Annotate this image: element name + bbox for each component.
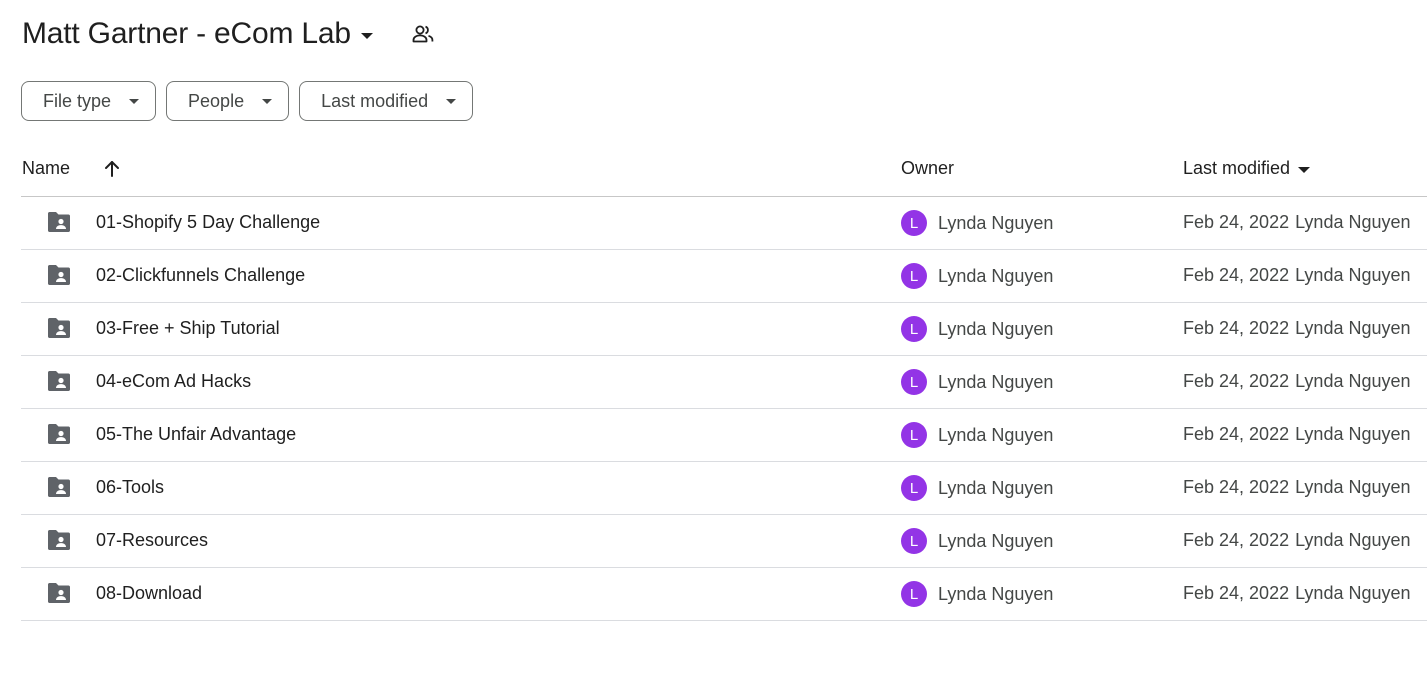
last-modified-cell: Feb 24, 2022 Lynda Nguyen [1183, 265, 1411, 286]
table-row[interactable]: 02-Clickfunnels Challenge L Lynda Nguyen… [21, 250, 1427, 303]
shared-folder-icon [46, 476, 72, 498]
column-header-owner: Owner [901, 158, 954, 179]
owner-cell: L Lynda Nguyen [901, 263, 1053, 289]
shared-folder-icon [46, 582, 72, 604]
chip-label: People [188, 90, 245, 111]
modified-by: Lynda Nguyen [1295, 371, 1411, 391]
avatar: L [901, 475, 927, 501]
file-name: 07-Resources [96, 530, 209, 550]
table-row[interactable]: 05-The Unfair Advantage L Lynda Nguyen F… [21, 409, 1427, 462]
column-header-name[interactable]: Name [22, 158, 70, 179]
page-title: Matt Gartner - eCom Lab [22, 17, 351, 50]
chip-label: Last modified [321, 90, 429, 111]
drive-folder-view: Matt Gartner - eCom Lab File type People… [0, 0, 1427, 687]
column-label: Name [22, 158, 71, 178]
people-filter[interactable]: People [166, 81, 290, 121]
table-header: Name Owner Last modified [21, 144, 1427, 197]
caret-down-icon [360, 32, 373, 39]
owner-name: Lynda Nguyen [938, 530, 1054, 551]
modified-date: Feb 24, 2022 [1183, 212, 1290, 232]
caret-down-icon [129, 98, 140, 104]
owner-cell: L Lynda Nguyen [901, 316, 1053, 342]
modified-date: Feb 24, 2022 [1183, 583, 1290, 603]
owner-cell: L Lynda Nguyen [901, 422, 1053, 448]
avatar: L [901, 263, 927, 289]
last-modified-cell: Feb 24, 2022 Lynda Nguyen [1183, 318, 1411, 339]
owner-cell: L Lynda Nguyen [901, 528, 1053, 554]
last-modified-cell: Feb 24, 2022 Lynda Nguyen [1183, 530, 1411, 551]
modified-by: Lynda Nguyen [1295, 318, 1411, 338]
table-row[interactable]: 06-Tools L Lynda Nguyen Feb 24, 2022 Lynd… [21, 462, 1427, 515]
last-modified-cell: Feb 24, 2022 Lynda Nguyen [1183, 477, 1411, 498]
chip-label: File type [43, 90, 112, 111]
column-header-last-modified[interactable]: Last modified [1183, 158, 1311, 179]
owner-name: Lynda Nguyen [938, 318, 1054, 339]
table-row[interactable]: 08-Download L Lynda Nguyen Feb 24, 2022 L… [21, 568, 1427, 621]
file-name: 01-Shopify 5 Day Challenge [96, 212, 321, 232]
last-modified-filter[interactable]: Last modified [299, 81, 474, 121]
owner-cell: L Lynda Nguyen [901, 369, 1053, 395]
file-name: 08-Download [96, 583, 203, 603]
shared-folder-icon [46, 211, 72, 233]
table-row[interactable]: 01-Shopify 5 Day Challenge L Lynda Nguye… [21, 197, 1427, 250]
modified-date: Feb 24, 2022 [1183, 477, 1290, 497]
avatar: L [901, 528, 927, 554]
shared-folder-icon [46, 370, 72, 392]
shared-folder-icon [46, 264, 72, 286]
caret-down-icon [262, 98, 273, 104]
owner-name: Lynda Nguyen [938, 212, 1054, 233]
caret-down-icon [1298, 166, 1311, 173]
last-modified-cell: Feb 24, 2022 Lynda Nguyen [1183, 371, 1411, 392]
folder-title-menu[interactable]: Matt Gartner - eCom Lab [22, 17, 373, 51]
modified-date: Feb 24, 2022 [1183, 265, 1290, 285]
modified-date: Feb 24, 2022 [1183, 530, 1290, 550]
shared-folder-icon [46, 423, 72, 445]
last-modified-cell: Feb 24, 2022 Lynda Nguyen [1183, 583, 1411, 604]
table-row[interactable]: 03-Free + Ship Tutorial L Lynda Nguyen F… [21, 303, 1427, 356]
table-row[interactable]: 04-eCom Ad Hacks L Lynda Nguyen Feb 24, … [21, 356, 1427, 409]
modified-by: Lynda Nguyen [1295, 212, 1411, 232]
filter-chips: File type People Last modified [21, 81, 474, 121]
owner-name: Lynda Nguyen [938, 424, 1054, 445]
modified-date: Feb 24, 2022 [1183, 318, 1290, 338]
arrow-up-icon[interactable] [101, 158, 123, 180]
column-label: Owner [901, 158, 955, 178]
owner-cell: L Lynda Nguyen [901, 475, 1053, 501]
shared-folder-icon [46, 317, 72, 339]
file-name: 05-The Unfair Advantage [96, 424, 297, 444]
caret-down-icon [446, 98, 457, 104]
avatar: L [901, 210, 927, 236]
owner-name: Lynda Nguyen [938, 477, 1054, 498]
owner-name: Lynda Nguyen [938, 371, 1054, 392]
owner-cell: L Lynda Nguyen [901, 581, 1053, 607]
modified-by: Lynda Nguyen [1295, 583, 1411, 603]
column-label: Last modified [1183, 158, 1291, 178]
last-modified-cell: Feb 24, 2022 Lynda Nguyen [1183, 212, 1411, 233]
owner-name: Lynda Nguyen [938, 265, 1054, 286]
modified-date: Feb 24, 2022 [1183, 371, 1290, 391]
file-name: 02-Clickfunnels Challenge [96, 265, 306, 285]
modified-by: Lynda Nguyen [1295, 477, 1411, 497]
shared-folder-icon [46, 529, 72, 551]
file-list: Name Owner Last modified 01-Shopify 5 Da… [21, 144, 1427, 621]
last-modified-cell: Feb 24, 2022 Lynda Nguyen [1183, 424, 1411, 445]
avatar: L [901, 316, 927, 342]
avatar: L [901, 581, 927, 607]
folder-header: Matt Gartner - eCom Lab [22, 14, 435, 54]
table-row[interactable]: 07-Resources L Lynda Nguyen Feb 24, 2022… [21, 515, 1427, 568]
owner-cell: L Lynda Nguyen [901, 210, 1053, 236]
owner-name: Lynda Nguyen [938, 583, 1054, 604]
file-name: 06-Tools [96, 477, 165, 497]
modified-date: Feb 24, 2022 [1183, 424, 1290, 444]
modified-by: Lynda Nguyen [1295, 265, 1411, 285]
modified-by: Lynda Nguyen [1295, 530, 1411, 550]
file-name: 03-Free + Ship Tutorial [96, 318, 280, 338]
file-name: 04-eCom Ad Hacks [96, 371, 252, 391]
modified-by: Lynda Nguyen [1295, 424, 1411, 444]
avatar: L [901, 422, 927, 448]
table-body: 01-Shopify 5 Day Challenge L Lynda Nguye… [21, 197, 1427, 621]
file-type-filter[interactable]: File type [21, 81, 157, 121]
shared-people-icon[interactable] [411, 22, 435, 46]
avatar: L [901, 369, 927, 395]
